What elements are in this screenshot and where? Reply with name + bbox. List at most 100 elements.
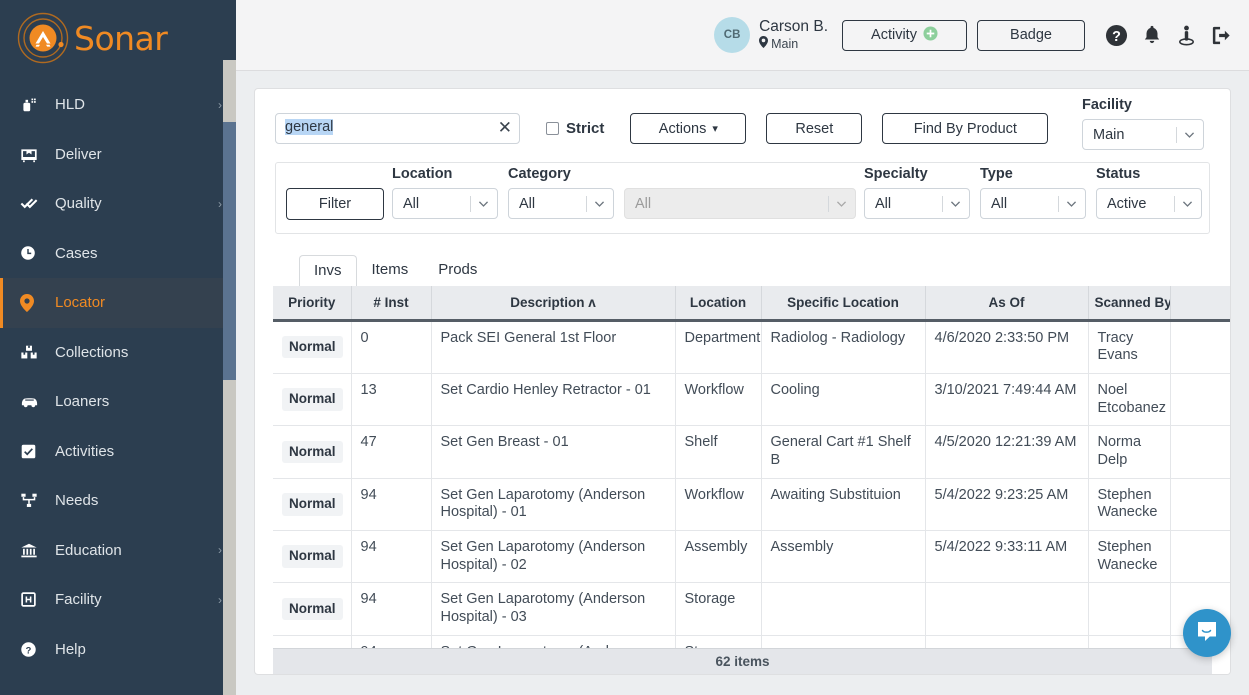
double-check-icon [20, 195, 46, 212]
sidebar-item-hld[interactable]: HLD› [0, 80, 236, 130]
app-name: Sonar [74, 19, 167, 58]
table-row[interactable]: Normal 94 Set Gen Laparotomy (Anderson Hos… [273, 583, 1231, 635]
filter-select-category[interactable]: All [508, 188, 614, 219]
cell-inst: 13 [351, 373, 431, 425]
item-count: 62 items [715, 654, 769, 669]
table-row[interactable]: Normal94Set Gen Laparotomy (Anderson Hos… [273, 531, 1231, 583]
priority-badge: Normal [282, 598, 343, 620]
table-row[interactable]: Normal94Set Gen Laparotomy (Anderson Hos… [273, 478, 1231, 530]
filter-select-specialty[interactable]: All [864, 188, 970, 219]
filter-label: Category [508, 166, 571, 182]
cell-scanned: Noel Etcobanez [1088, 373, 1170, 425]
sidebar-item-locator[interactable]: Locator [0, 278, 236, 328]
cell-incomplete [1170, 320, 1231, 373]
delivery-icon [20, 146, 46, 163]
find-by-product-label: Find By Product [914, 121, 1017, 137]
sidebar-item-activities[interactable]: Activities [0, 427, 236, 477]
filter-select-type[interactable]: All [980, 188, 1086, 219]
sonar-logo-icon [16, 8, 76, 68]
help-circle-icon: ? [20, 641, 46, 658]
column-header-specific-location[interactable]: Specific Location [761, 286, 925, 320]
person-location-icon[interactable] [1173, 22, 1200, 49]
facility-select[interactable]: Main [1082, 119, 1204, 150]
search-field-wrapper: general ✕ [275, 113, 520, 144]
hospital-icon [20, 591, 46, 608]
cell-inst: 0 [351, 320, 431, 373]
column-header-priority[interactable]: Priority [273, 286, 351, 320]
cell-scanned [1088, 583, 1170, 635]
column-header-incomplete[interactable]: Incomplete [1170, 286, 1231, 320]
map-pin-icon [20, 294, 46, 312]
sidebar-item-loaners[interactable]: Loaners [0, 377, 236, 427]
table-row[interactable]: Normal0Pack SEI General 1st FloorDepartm… [273, 320, 1231, 373]
boxes-icon [20, 344, 46, 361]
cell-specific: Radiolog - Radiology [761, 320, 925, 373]
tab-invs[interactable]: Invs [299, 255, 357, 287]
activity-button[interactable]: Activity [842, 20, 967, 51]
bell-icon[interactable] [1138, 22, 1165, 49]
table-row[interactable]: Normal47Set Gen Breast - 01ShelfGeneral … [273, 426, 1231, 478]
sidebar-item-collections[interactable]: Collections [0, 328, 236, 378]
sidebar-item-label: Education [46, 542, 218, 559]
cell-asof: 5/4/2022 9:23:25 AM [925, 478, 1088, 530]
badge-button[interactable]: Badge [977, 20, 1085, 51]
tab-prods[interactable]: Prods [423, 254, 492, 286]
filter-button[interactable]: Filter [286, 188, 384, 220]
cell-scanned: Stephen Wanecke [1088, 478, 1170, 530]
column-header-as-of[interactable]: As Of [925, 286, 1088, 320]
sidebar-item-needs[interactable]: Needs [0, 476, 236, 526]
cell-incomplete [1170, 478, 1231, 530]
sidebar-scrollbar-thumb[interactable] [223, 122, 236, 380]
badge-button-label: Badge [1010, 27, 1052, 43]
avatar[interactable]: CB [714, 17, 750, 53]
user-site-label: Main [771, 37, 798, 51]
strict-toggle[interactable]: Strict [546, 120, 604, 137]
filter-select-location[interactable]: All [392, 188, 498, 219]
sidebar-item-quality[interactable]: Quality› [0, 179, 236, 229]
cell-text: 94 [361, 591, 377, 607]
sidebar-item-help[interactable]: ?Help [0, 625, 236, 675]
logout-icon[interactable] [1208, 22, 1235, 49]
table-row[interactable]: Normal13Set Cardio Henley Retractor - 01… [273, 373, 1231, 425]
sidebar-item-label: Locator [46, 294, 222, 311]
cell-text: 0 [361, 330, 369, 346]
cell-text: Storage [685, 591, 736, 607]
help-icon[interactable]: ? [1103, 22, 1130, 49]
app-logo[interactable]: Sonar [0, 0, 236, 76]
intercom-chat-button[interactable] [1183, 609, 1231, 657]
column-header-description[interactable]: Description ʌ [431, 286, 675, 320]
filter-select-status[interactable]: Active [1096, 188, 1202, 219]
column-header-inst[interactable]: # Inst [351, 286, 431, 320]
sidebar-item-label: Cases [46, 245, 222, 262]
cell-text: Radiolog - Radiology [771, 330, 906, 346]
reset-button[interactable]: Reset [766, 113, 862, 144]
cell-text: 5/4/2022 9:33:11 AM [935, 539, 1068, 555]
search-input[interactable] [275, 113, 520, 144]
locator-panel: general ✕ Strict Actions ▾ Reset Find By… [254, 88, 1231, 675]
results-table: Priority# InstDescription ʌLocationSpeci… [273, 286, 1231, 675]
sidebar-item-label: Deliver [46, 146, 222, 163]
sidebar-item-deliver[interactable]: Deliver [0, 130, 236, 180]
cell-description: Pack SEI General 1st Floor [431, 320, 675, 373]
sidebar-item-education[interactable]: Education› [0, 526, 236, 576]
find-by-product-button[interactable]: Find By Product [882, 113, 1048, 144]
cell-inst: 94 [351, 583, 431, 635]
clear-search-icon[interactable]: ✕ [498, 117, 512, 139]
column-header-scanned-by[interactable]: Scanned By [1088, 286, 1170, 320]
column-header-location[interactable]: Location [675, 286, 761, 320]
tab-items[interactable]: Items [357, 254, 424, 286]
sidebar-item-cases[interactable]: Cases [0, 229, 236, 279]
sidebar-item-facility[interactable]: Facility› [0, 575, 236, 625]
cell-text: 47 [361, 434, 377, 450]
svg-text:?: ? [26, 645, 32, 655]
strict-checkbox[interactable] [546, 122, 559, 135]
cell-text: Awaiting Substituion [771, 487, 901, 503]
sanitizer-icon [20, 96, 46, 113]
actions-dropdown-button[interactable]: Actions ▾ [630, 113, 746, 144]
sidebar: Sonar HLD› Deliver Quality› Cases Locator Col… [0, 0, 236, 695]
sidebar-scrollbar-track[interactable] [223, 60, 236, 695]
cell-text: 5/4/2022 9:23:25 AM [935, 487, 1069, 503]
cell-text: Set Gen Laparotomy (Anderson Hospital) -… [441, 591, 646, 625]
cell-priority: Normal [273, 320, 351, 373]
cell-asof: 5/4/2022 9:33:11 AM [925, 531, 1088, 583]
